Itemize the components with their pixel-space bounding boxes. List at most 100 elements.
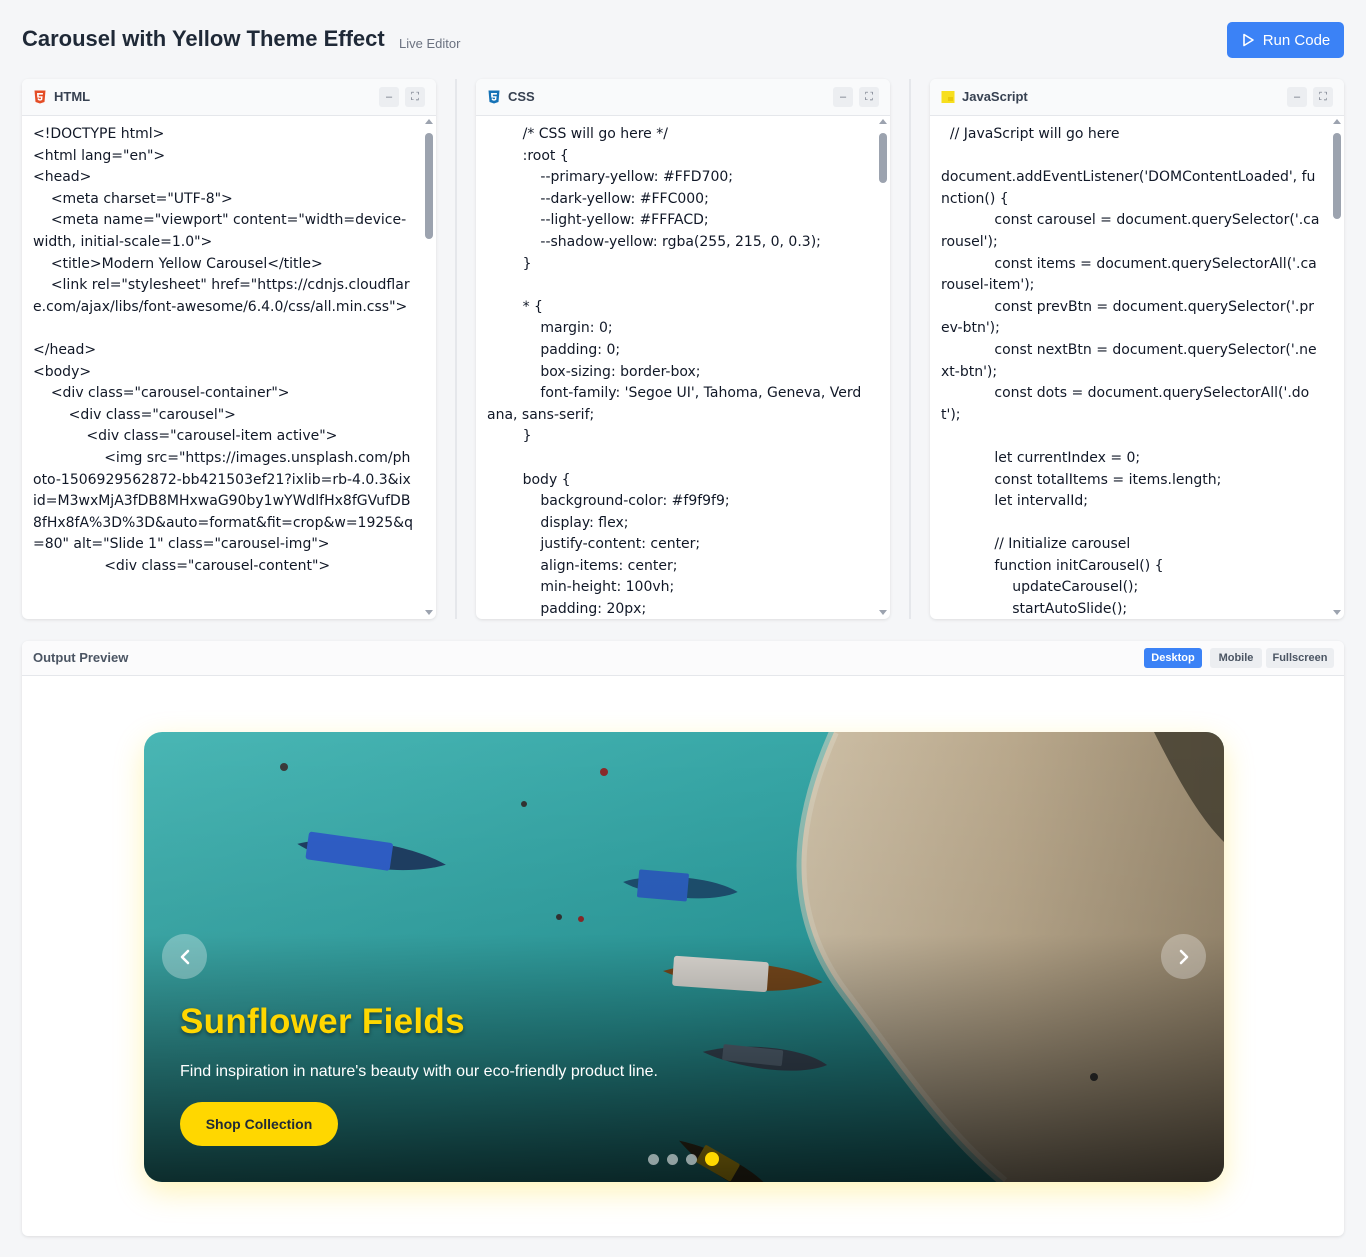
code-line: <div class="carousel-item active"> xyxy=(33,428,338,445)
code-line: const prevBtn = document.querySelector('… xyxy=(941,298,1315,337)
scrollbar-thumb[interactable] xyxy=(1333,133,1341,219)
scrollbar-thumb[interactable] xyxy=(879,133,887,183)
run-code-button[interactable]: Run Code xyxy=(1227,22,1344,58)
code-line: align-items: center; xyxy=(487,557,678,574)
page-title: Carousel with Yellow Theme Effect xyxy=(22,26,385,51)
html-panel: HTML – ⛶ <!DOCTYPE html> <html lang="en">… xyxy=(22,79,436,619)
code-line: const totalItems = items.length; xyxy=(941,471,1222,488)
output-preview-panel: Output Preview Desktop Mobile Fullscreen xyxy=(22,641,1344,1236)
carousel-dots xyxy=(648,1152,719,1166)
js-panel: JavaScript – ⛶ // JavaScript will go her… xyxy=(930,79,1344,619)
css-panel: CSS – ⛶ /* CSS will go here */ :root { -… xyxy=(476,79,890,619)
css-minimize-button[interactable]: – xyxy=(833,87,853,107)
code-line: font-family: 'Segoe UI', Tahoma, Geneva,… xyxy=(487,385,862,423)
code-line: <meta charset="UTF-8"> xyxy=(33,190,233,207)
code-line: <meta name="viewport" content="width=dev… xyxy=(33,212,407,250)
carousel-dot[interactable] xyxy=(686,1153,697,1165)
js-code-editor[interactable]: // JavaScript will go here document.addEv… xyxy=(941,124,1321,619)
shop-collection-button[interactable]: Shop Collection xyxy=(180,1102,338,1146)
carousel-prev-button[interactable] xyxy=(162,934,207,979)
carousel-dot[interactable] xyxy=(705,1152,719,1166)
css-scrollbar[interactable] xyxy=(879,119,887,615)
scroll-up-arrow[interactable] xyxy=(879,119,887,124)
code-line: const carousel = document.querySelector(… xyxy=(941,212,1320,250)
code-line: startAutoSlide(); xyxy=(941,601,1128,618)
code-line: /* CSS will go here */ xyxy=(487,126,668,142)
css-code-editor[interactable]: /* CSS will go here */ :root { --primary… xyxy=(487,124,867,619)
scroll-down-arrow[interactable] xyxy=(879,610,887,615)
scroll-down-arrow[interactable] xyxy=(1333,610,1341,615)
code-line: padding: 0; xyxy=(487,341,621,358)
code-line: <div class="carousel-container"> xyxy=(33,385,290,402)
editor-header: Carousel with Yellow Theme Effect Live E… xyxy=(22,22,1344,58)
css-expand-button[interactable]: ⛶ xyxy=(859,87,879,107)
code-line: <head> xyxy=(33,169,92,186)
chevron-left-icon xyxy=(180,949,189,964)
js-panel-header: JavaScript – ⛶ xyxy=(930,79,1344,116)
panel-divider[interactable] xyxy=(909,79,911,619)
html-expand-button[interactable]: ⛶ xyxy=(405,87,425,107)
code-line: <html lang="en"> xyxy=(33,147,166,164)
carousel-dot[interactable] xyxy=(648,1153,659,1165)
page-subtitle: Live Editor xyxy=(399,36,461,51)
output-preview-header: Output Preview Desktop Mobile Fullscreen xyxy=(22,641,1344,676)
code-line: body { xyxy=(487,471,571,488)
code-line: <img src="https://images.unsplash.com/ph… xyxy=(33,449,413,553)
scroll-down-arrow[interactable] xyxy=(425,610,433,615)
code-line: </head> xyxy=(33,341,97,358)
code-line: background-color: #f9f9f9; xyxy=(487,493,730,510)
code-line: box-sizing: border-box; xyxy=(487,363,701,380)
css-panel-title: CSS xyxy=(508,89,535,104)
code-line: padding: 20px; xyxy=(487,601,647,618)
code-line: } xyxy=(487,428,532,445)
js-expand-button[interactable]: ⛶ xyxy=(1313,87,1333,107)
carousel: Sunflower Fields Find inspiration in nat… xyxy=(144,732,1224,1182)
code-line: <div class="carousel"> xyxy=(33,406,236,423)
js-panel-title: JavaScript xyxy=(962,89,1028,104)
html-panel-title: HTML xyxy=(54,89,91,104)
fullscreen-mode-button[interactable]: Fullscreen xyxy=(1266,648,1334,668)
scroll-up-arrow[interactable] xyxy=(1333,119,1341,124)
code-line: document.addEventListener('DOMContentLoa… xyxy=(941,169,1316,207)
css-panel-header: CSS – ⛶ xyxy=(476,79,890,116)
scroll-up-arrow[interactable] xyxy=(425,119,433,124)
desktop-mode-button[interactable]: Desktop xyxy=(1144,648,1202,668)
javascript-icon xyxy=(941,91,955,103)
js-scrollbar[interactable] xyxy=(1333,119,1341,615)
html-scrollbar[interactable] xyxy=(425,119,433,615)
code-line: const nextBtn = document.querySelector('… xyxy=(941,341,1317,380)
html-code-editor[interactable]: <!DOCTYPE html> <html lang="en"> <head> <m… xyxy=(33,124,413,619)
carousel-dot[interactable] xyxy=(667,1153,678,1165)
html-minimize-button[interactable]: – xyxy=(379,87,399,107)
slide-description: Find inspiration in nature's beauty with… xyxy=(180,1063,658,1080)
code-line: :root { xyxy=(487,147,569,164)
code-line: } xyxy=(487,255,532,272)
code-line: const dots = document.querySelectorAll('… xyxy=(941,385,1310,423)
code-line: // Initialize carousel xyxy=(941,536,1131,553)
css3-icon xyxy=(488,90,500,104)
html-panel-header: HTML – ⛶ xyxy=(22,79,436,116)
code-line: const items = document.querySelectorAll(… xyxy=(941,255,1317,294)
slide-title: Sunflower Fields xyxy=(180,1002,465,1041)
code-line: updateCarousel(); xyxy=(941,579,1139,596)
code-line: <div class="carousel-content"> xyxy=(33,557,331,574)
code-line: <title>Modern Yellow Carousel</title> xyxy=(33,255,323,272)
code-line: <!DOCTYPE html> xyxy=(33,126,165,142)
carousel-next-button[interactable] xyxy=(1161,934,1206,979)
code-line: --shadow-yellow: rgba(255, 215, 0, 0.3); xyxy=(487,233,821,250)
mobile-mode-button[interactable]: Mobile xyxy=(1210,648,1262,668)
code-line: min-height: 100vh; xyxy=(487,579,675,596)
code-line: let intervalId; xyxy=(941,493,1088,510)
play-icon xyxy=(1242,33,1254,47)
js-minimize-button[interactable]: – xyxy=(1287,87,1307,107)
panel-divider[interactable] xyxy=(455,79,457,619)
code-line: display: flex; xyxy=(487,514,629,531)
chevron-right-icon xyxy=(1179,949,1188,964)
scrollbar-thumb[interactable] xyxy=(425,133,433,239)
